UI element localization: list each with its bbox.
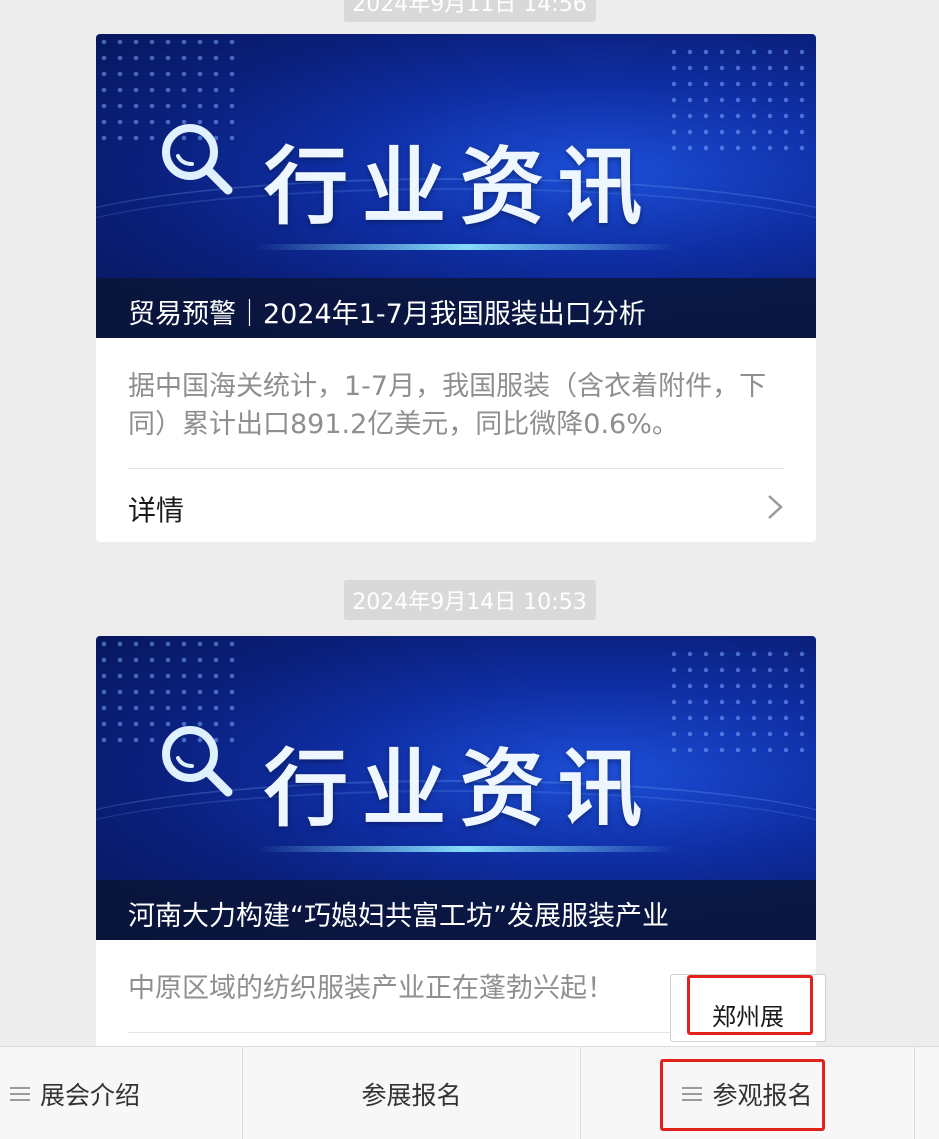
detail-label: 详情 xyxy=(128,494,185,527)
article-banner-2[interactable]: 行业资讯 河南大力构建“巧媳妇共富工坊”发展服装产业 xyxy=(96,636,816,940)
article-banner-1[interactable]: 行业资讯 贸易预警｜2024年1-7月我国服装出口分析 xyxy=(96,34,816,338)
menu-item-exhibition-intro[interactable]: 展会介绍 xyxy=(0,1047,243,1139)
menu-bar-edge xyxy=(915,1047,939,1139)
menu-item-label: 展会介绍 xyxy=(40,1080,141,1110)
chevron-right-icon xyxy=(768,495,783,519)
highlight-box-menu xyxy=(660,1059,825,1131)
timestamp-2: 2024年9月14日 10:53 xyxy=(343,580,596,620)
timestamp-1: 2024年9月11日 14:56 xyxy=(343,0,596,22)
article-caption-2: 河南大力构建“巧媳妇共富工坊”发展服装产业 xyxy=(96,880,816,940)
decor-glow-line xyxy=(256,244,676,250)
menu-item-exhibitor-registration[interactable]: 参展报名 xyxy=(243,1047,581,1139)
banner-title: 行业资讯 xyxy=(264,740,657,838)
detail-link[interactable]: 详情 xyxy=(96,469,816,542)
magnifier-icon xyxy=(162,124,233,195)
banner-title: 行业资讯 xyxy=(264,138,657,236)
article-caption-1: 贸易预警｜2024年1-7月我国服装出口分析 xyxy=(96,278,816,338)
article-card-1[interactable]: 行业资讯 贸易预警｜2024年1-7月我国服装出口分析 据中国海关统计，1-7月… xyxy=(96,34,816,542)
decor-dots xyxy=(666,44,806,154)
article-summary-1: 据中国海关统计，1-7月，我国服装（含衣着附件，下同）累计出口891.2亿美元，… xyxy=(128,371,767,440)
menu-lines-icon xyxy=(10,1086,30,1101)
magnifier-icon xyxy=(162,726,233,797)
decor-glow-line xyxy=(256,846,676,852)
highlight-box-submenu xyxy=(687,975,813,1035)
decor-dots xyxy=(666,646,806,756)
menu-item-label: 参展报名 xyxy=(361,1080,462,1110)
